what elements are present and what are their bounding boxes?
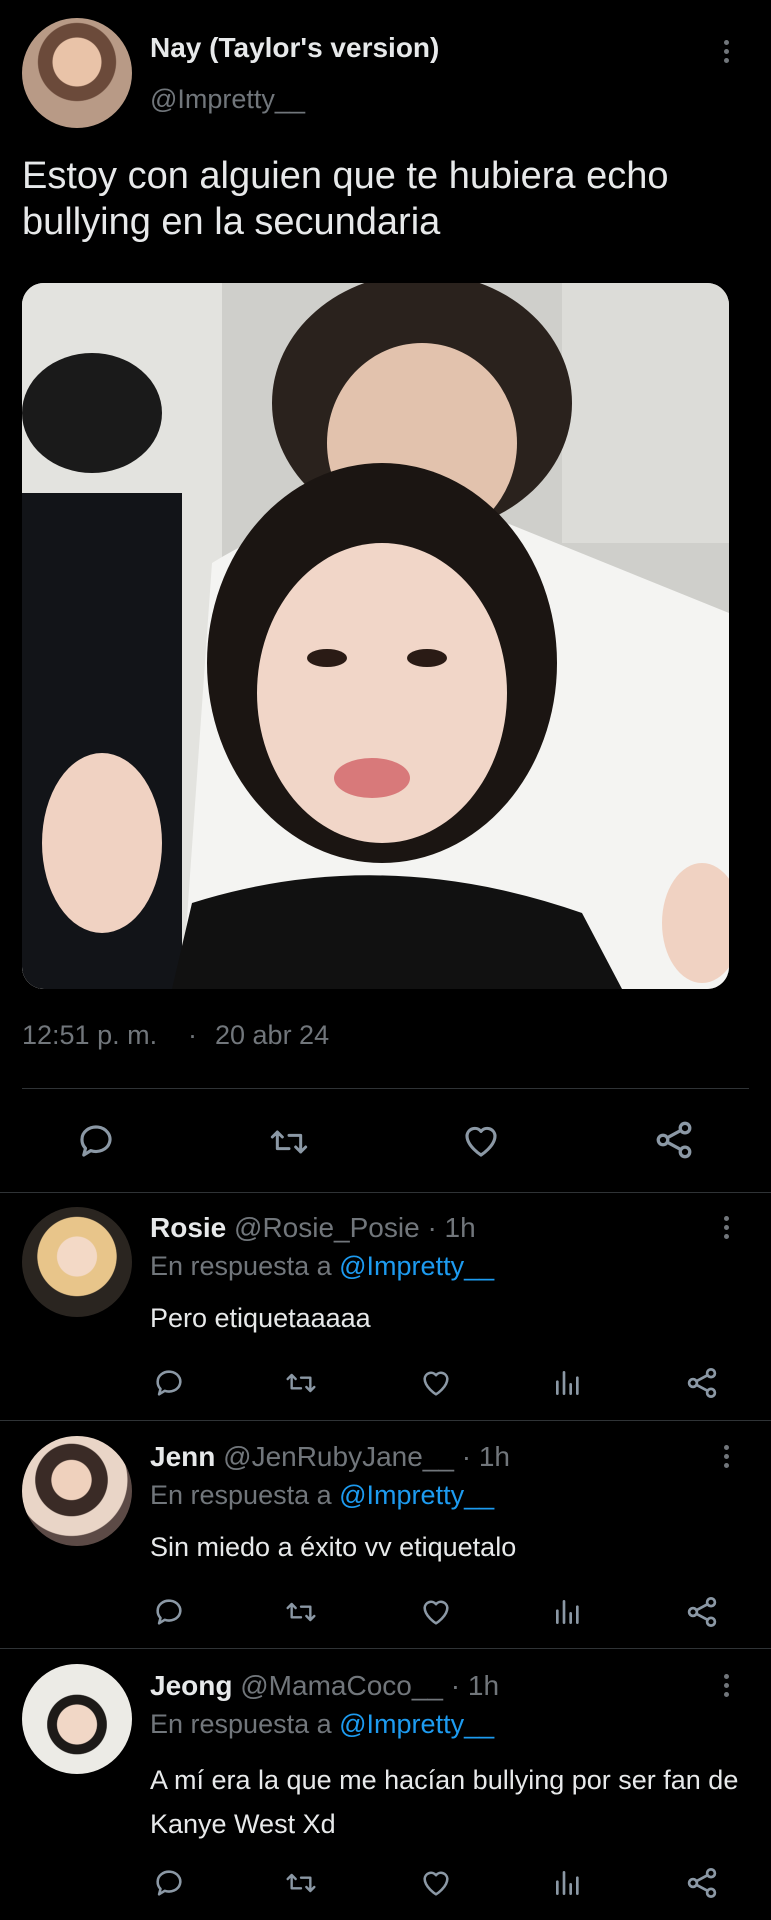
reply-icon[interactable]	[75, 1120, 117, 1162]
reply-context-link[interactable]: @Impretty__	[339, 1480, 494, 1510]
reply-time: · 1h	[450, 1670, 500, 1701]
analytics-icon[interactable]	[552, 1866, 584, 1900]
section-divider	[0, 1192, 771, 1193]
reply-time: · 1h	[461, 1441, 510, 1472]
reply-icon[interactable]	[152, 1366, 186, 1400]
reply-header: Jeong @MamaCoco__ · 1h	[150, 1670, 499, 1702]
like-icon[interactable]	[418, 1866, 454, 1900]
reply-handle[interactable]: @Rosie_Posie	[234, 1212, 420, 1243]
reply-context: En respuesta a @Impretty__	[150, 1251, 494, 1282]
main-display-name[interactable]: Nay (Taylor's version)	[150, 32, 439, 64]
reply-text: Sin miedo a éxito vv etiquetalo	[150, 1532, 517, 1562]
retweet-icon[interactable]	[282, 1867, 320, 1899]
retweet-icon[interactable]	[266, 1122, 312, 1162]
reply-display-name[interactable]: Jenn	[150, 1441, 215, 1472]
tweet-date: 20 abr 24	[215, 1020, 330, 1050]
reply-context: En respuesta a @Impretty__	[150, 1480, 494, 1511]
reply-display-name[interactable]: Rosie	[150, 1212, 226, 1243]
reply-divider	[0, 1420, 771, 1421]
reply-context-prefix: En respuesta a	[150, 1480, 332, 1510]
like-icon[interactable]	[459, 1120, 503, 1162]
reply-context-prefix: En respuesta a	[150, 1251, 332, 1281]
like-icon[interactable]	[418, 1366, 454, 1400]
reply-text: Pero etiquetaaaaa	[150, 1303, 371, 1333]
share-icon[interactable]	[652, 1118, 696, 1162]
reply-display-name[interactable]: Jeong	[150, 1670, 232, 1701]
reply-more-icon[interactable]	[722, 1445, 730, 1468]
photo-illustration	[22, 283, 729, 989]
tweet-time-separator: ·	[188, 1020, 197, 1050]
reply-context-link[interactable]: @Impretty__	[339, 1709, 494, 1739]
main-more-icon[interactable]	[722, 40, 730, 63]
reply-handle[interactable]: @JenRubyJane__	[223, 1441, 454, 1472]
reply-text: A mí era la que me hacían bullying por s…	[150, 1765, 739, 1839]
main-divider	[22, 1088, 749, 1089]
reply-context: En respuesta a @Impretty__	[150, 1709, 494, 1740]
main-avatar[interactable]	[22, 18, 132, 128]
reply-header: Rosie @Rosie_Posie · 1h	[150, 1212, 476, 1244]
reply-icon[interactable]	[152, 1595, 186, 1629]
share-icon[interactable]	[684, 1365, 720, 1401]
reply-avatar[interactable]	[22, 1664, 132, 1774]
reply-context-link[interactable]: @Impretty__	[339, 1251, 494, 1281]
reply-header: Jenn @JenRubyJane__ · 1h	[150, 1441, 510, 1473]
reply-icon[interactable]	[152, 1866, 186, 1900]
share-icon[interactable]	[684, 1865, 720, 1901]
analytics-icon[interactable]	[552, 1366, 584, 1400]
main-handle[interactable]: @Impretty__	[150, 84, 305, 115]
main-tweet-text: Estoy con alguien que te hubiera echo bu…	[22, 155, 669, 243]
reply-more-icon[interactable]	[722, 1216, 730, 1239]
retweet-icon[interactable]	[282, 1596, 320, 1628]
reply-more-icon[interactable]	[722, 1674, 730, 1697]
reply-handle[interactable]: @MamaCoco__	[240, 1670, 443, 1701]
reply-divider	[0, 1648, 771, 1649]
reply-avatar[interactable]	[22, 1436, 132, 1546]
tweet-photo[interactable]	[22, 283, 729, 989]
reply-time: · 1h	[427, 1212, 476, 1243]
retweet-icon[interactable]	[282, 1367, 320, 1399]
reply-avatar[interactable]	[22, 1207, 132, 1317]
share-icon[interactable]	[684, 1594, 720, 1630]
like-icon[interactable]	[418, 1595, 454, 1629]
tweet-time: 12:51 p. m.	[22, 1020, 158, 1050]
reply-context-prefix: En respuesta a	[150, 1709, 332, 1739]
analytics-icon[interactable]	[552, 1595, 584, 1629]
